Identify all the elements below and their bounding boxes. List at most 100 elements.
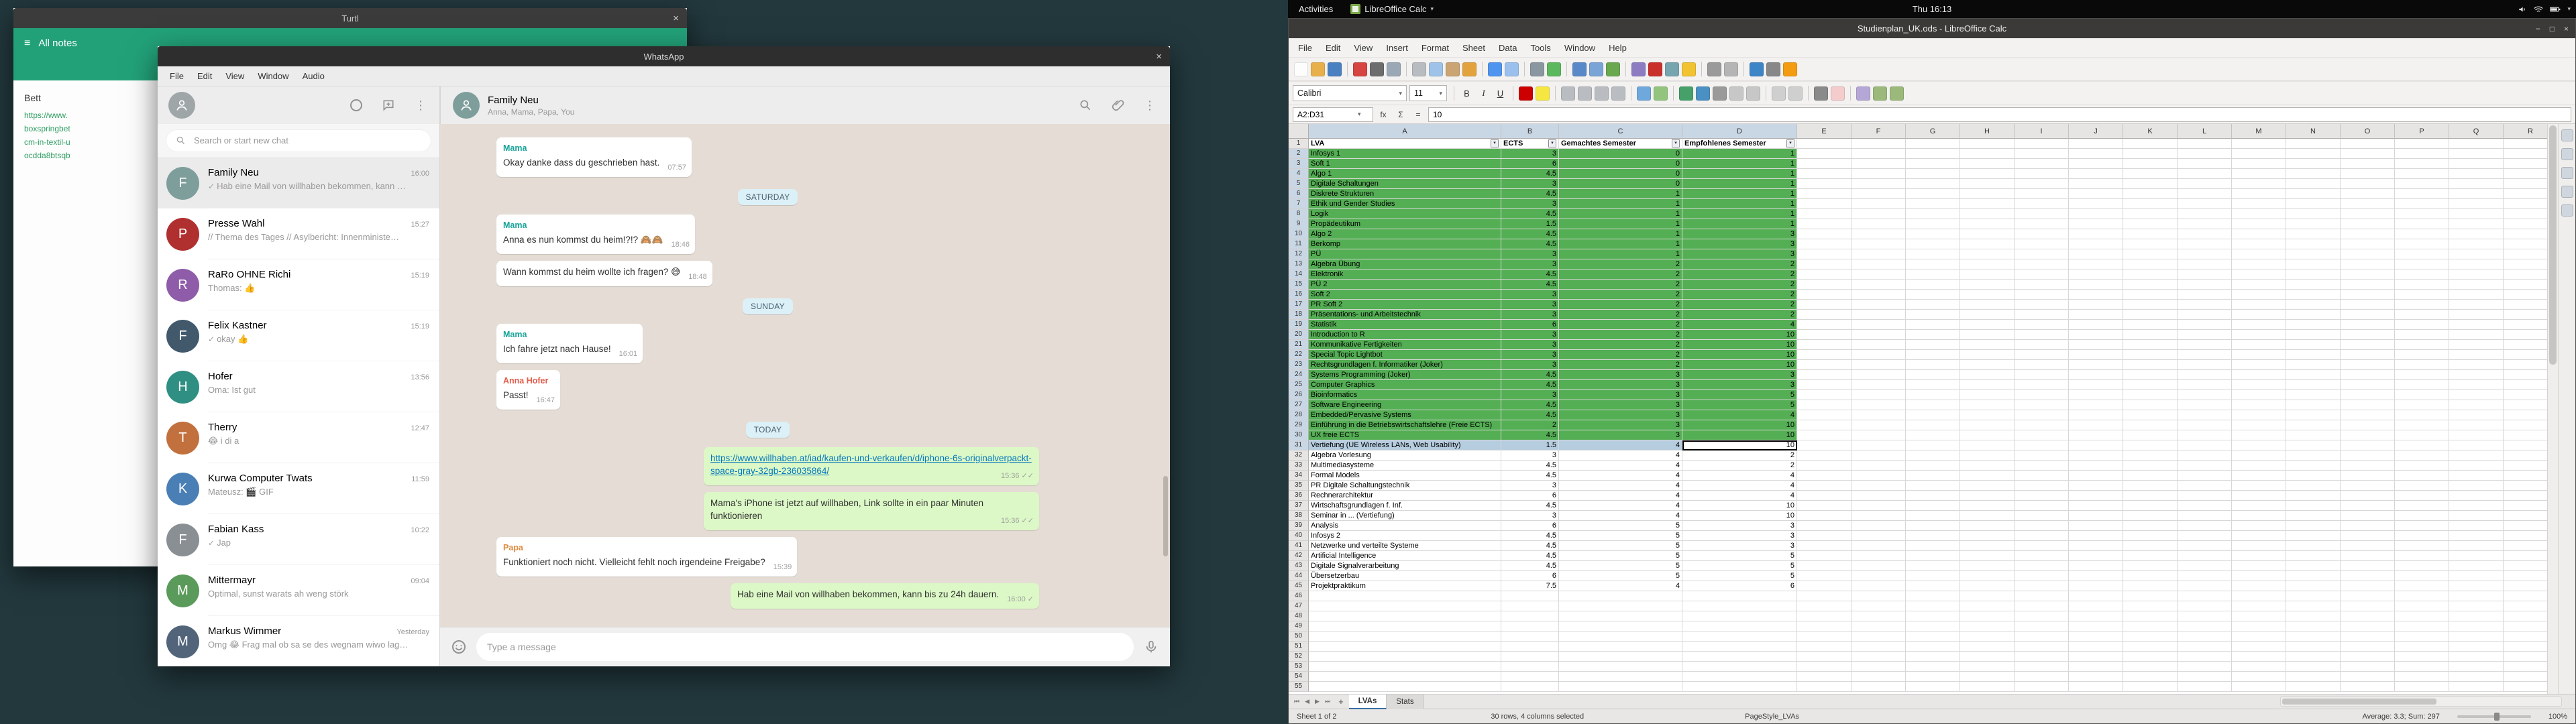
row-header-54[interactable]: 54	[1289, 672, 1309, 682]
cell-K31[interactable]	[2123, 440, 2178, 450]
cell-H52[interactable]	[1960, 652, 2015, 662]
cell-D2[interactable]: 1	[1682, 149, 1797, 159]
cell-L48[interactable]	[2178, 611, 2232, 621]
cell-N5[interactable]	[2286, 179, 2341, 189]
cell-P3[interactable]	[2395, 159, 2449, 169]
cell-K50[interactable]	[2123, 631, 2178, 642]
sheet-tab-lvas[interactable]: LVAs	[1349, 695, 1387, 709]
cell-P16[interactable]	[2395, 290, 2449, 300]
cell-E23[interactable]	[1797, 360, 1851, 370]
cell-D18[interactable]: 2	[1682, 310, 1797, 320]
cell-A17[interactable]: PR Soft 2	[1309, 300, 1501, 310]
row-header-2[interactable]: 2	[1289, 149, 1309, 159]
cell-Q1[interactable]	[2449, 139, 2504, 149]
row-header-33[interactable]: 33	[1289, 461, 1309, 471]
row-header-48[interactable]: 48	[1289, 611, 1309, 621]
cell-K48[interactable]	[2123, 611, 2178, 621]
cell-J45[interactable]	[2069, 581, 2123, 591]
cell-L52[interactable]	[2178, 652, 2232, 662]
cell-M17[interactable]	[2232, 300, 2286, 310]
cell-H32[interactable]	[1960, 450, 2015, 461]
cell-K19[interactable]	[2123, 320, 2178, 330]
search-icon[interactable]	[1077, 97, 1093, 113]
cell-D43[interactable]: 5	[1682, 561, 1797, 571]
cell-K2[interactable]	[2123, 149, 2178, 159]
cell-A46[interactable]	[1309, 591, 1501, 601]
cell-P49[interactable]	[2395, 621, 2449, 631]
cell-L43[interactable]	[2178, 561, 2232, 571]
cell-H38[interactable]	[1960, 511, 2015, 521]
cell-J32[interactable]	[2069, 450, 2123, 461]
cell-G16[interactable]	[1906, 290, 1960, 300]
cell-Q41[interactable]	[2449, 541, 2504, 551]
cell-D42[interactable]: 5	[1682, 551, 1797, 561]
cell-M53[interactable]	[2232, 662, 2286, 672]
cell-A11[interactable]: Berkomp	[1309, 239, 1501, 249]
cell-I23[interactable]	[2015, 360, 2069, 370]
cell-Q28[interactable]	[2449, 410, 2504, 420]
align-center-icon[interactable]	[1578, 86, 1592, 101]
cell-O19[interactable]	[2341, 320, 2395, 330]
cell-L29[interactable]	[2178, 420, 2232, 430]
cell-B51[interactable]	[1501, 642, 1559, 652]
cell-P38[interactable]	[2395, 511, 2449, 521]
cell-C27[interactable]: 3	[1559, 400, 1682, 410]
cell-R16[interactable]	[2504, 290, 2547, 300]
cell-E44[interactable]	[1797, 571, 1851, 581]
cell-B36[interactable]: 6	[1501, 491, 1559, 501]
cell-L30[interactable]	[2178, 430, 2232, 440]
menu-data[interactable]: Data	[1492, 43, 1523, 53]
special-character-icon[interactable]	[1766, 62, 1780, 76]
cell-P13[interactable]	[2395, 259, 2449, 269]
cell-J50[interactable]	[2069, 631, 2123, 642]
cell-F23[interactable]	[1851, 360, 1906, 370]
cell-I6[interactable]	[2015, 189, 2069, 199]
cell-N45[interactable]	[2286, 581, 2341, 591]
cell-B3[interactable]: 6	[1501, 159, 1559, 169]
cell-Q11[interactable]	[2449, 239, 2504, 249]
cell-O37[interactable]	[2341, 501, 2395, 511]
cell-J12[interactable]	[2069, 249, 2123, 259]
cell-D41[interactable]: 3	[1682, 541, 1797, 551]
cell-B45[interactable]: 7.5	[1501, 581, 1559, 591]
cell-O31[interactable]	[2341, 440, 2395, 450]
cell-K7[interactable]	[2123, 199, 2178, 209]
cell-P7[interactable]	[2395, 199, 2449, 209]
cell-A29[interactable]: Einführung in die Betriebswirtschaftsleh…	[1309, 420, 1501, 430]
cell-H34[interactable]	[1960, 471, 2015, 481]
cell-G31[interactable]	[1906, 440, 1960, 450]
cell-L20[interactable]	[2178, 330, 2232, 340]
new-chat-icon[interactable]	[380, 97, 396, 113]
cell-Q16[interactable]	[2449, 290, 2504, 300]
cell-H42[interactable]	[1960, 551, 2015, 561]
row-header-19[interactable]: 19	[1289, 320, 1309, 330]
cell-P43[interactable]	[2395, 561, 2449, 571]
cell-C13[interactable]: 2	[1559, 259, 1682, 269]
cell-E2[interactable]	[1797, 149, 1851, 159]
cell-L40[interactable]	[2178, 531, 2232, 541]
app-menu-button[interactable]: LibreOffice Calc ▾	[1344, 4, 1440, 14]
cell-E37[interactable]	[1797, 501, 1851, 511]
cell-L51[interactable]	[2178, 642, 2232, 652]
cell-C44[interactable]: 5	[1559, 571, 1682, 581]
cell-D23[interactable]: 10	[1682, 360, 1797, 370]
cell-B11[interactable]: 4.5	[1501, 239, 1559, 249]
cell-R21[interactable]	[2504, 340, 2547, 350]
cell-C30[interactable]: 3	[1559, 430, 1682, 440]
cell-G26[interactable]	[1906, 390, 1960, 400]
column-header-P[interactable]: P	[2395, 124, 2449, 139]
cell-B20[interactable]: 3	[1501, 330, 1559, 340]
column-header-E[interactable]: E	[1797, 124, 1851, 139]
cell-N40[interactable]	[2286, 531, 2341, 541]
close-icon[interactable]: ×	[2564, 24, 2569, 34]
cell-J54[interactable]	[2069, 672, 2123, 682]
cell-F6[interactable]	[1851, 189, 1906, 199]
cell-P45[interactable]	[2395, 581, 2449, 591]
cell-G23[interactable]	[1906, 360, 1960, 370]
cell-R47[interactable]	[2504, 601, 2547, 611]
row-header-30[interactable]: 30	[1289, 430, 1309, 440]
cell-Q3[interactable]	[2449, 159, 2504, 169]
cell-E53[interactable]	[1797, 662, 1851, 672]
cell-P23[interactable]	[2395, 360, 2449, 370]
cell-R45[interactable]	[2504, 581, 2547, 591]
